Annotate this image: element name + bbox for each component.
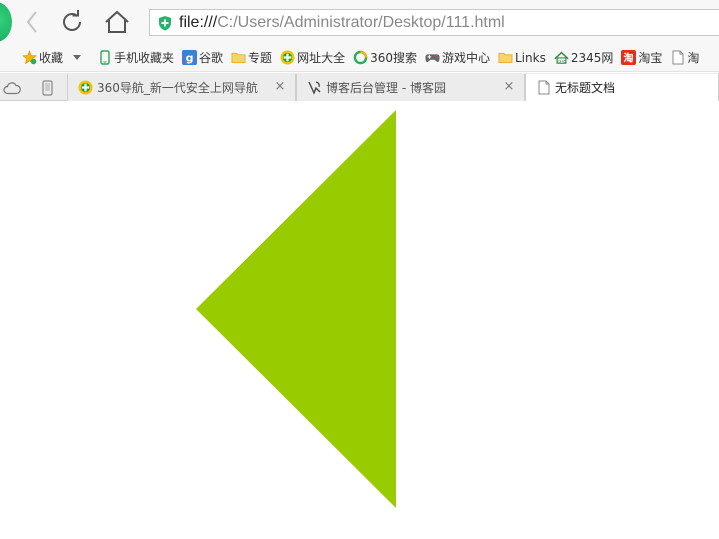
bookmark-topics[interactable]: 专题	[231, 49, 272, 66]
browser-logo-icon[interactable]	[0, 2, 12, 42]
bookmark-favorites[interactable]: 收藏	[22, 49, 89, 66]
bookmark-label: Links	[515, 50, 546, 65]
bookmark-google[interactable]: g 谷歌	[182, 49, 223, 66]
url-path: C:/Users/Administrator/Desktop/111.html	[217, 13, 505, 31]
home-button[interactable]	[103, 8, 131, 36]
svg-text:2345: 2345	[557, 60, 567, 64]
page-content	[0, 101, 719, 539]
star-icon	[22, 50, 37, 65]
tab-label: 360导航_新一代安全上网导航	[97, 81, 258, 95]
address-bar[interactable]: file:///C:/Users/Administrator/Desktop/1…	[149, 9, 719, 36]
close-icon[interactable]: ×	[273, 80, 287, 94]
bookmark-url-directory[interactable]: 网址大全	[280, 49, 345, 66]
tab-360-nav[interactable]: 360导航_新一代安全上网导航 ×	[67, 74, 296, 101]
cloud-icon	[3, 82, 21, 95]
gamepad-icon	[425, 50, 440, 65]
bookmark-label: 谷歌	[199, 51, 224, 65]
taobao-icon: 淘	[621, 50, 637, 65]
mobile-button[interactable]	[38, 79, 56, 97]
bookmark-taobao[interactable]: 淘 淘宝	[621, 49, 662, 66]
bookmark-mobile-favorites[interactable]: 手机收藏夹	[97, 49, 174, 66]
bookmark-360-search[interactable]: 360搜索	[353, 49, 417, 66]
reload-icon	[63, 10, 81, 31]
cloud-sync-button[interactable]	[3, 79, 21, 97]
tab-label: 博客后台管理 - 博客园	[326, 81, 446, 95]
home-icon	[105, 10, 129, 33]
svg-text:g: g	[186, 52, 194, 65]
360-nav-icon	[280, 50, 295, 65]
360-search-icon	[353, 50, 368, 65]
bookmark-label: 手机收藏夹	[114, 51, 175, 65]
folder-icon	[231, 50, 246, 65]
2345-icon: 2345	[554, 50, 569, 65]
google-icon: g	[182, 50, 198, 65]
url-scheme: file:///	[179, 13, 218, 31]
bookmark-label: 网址大全	[297, 51, 346, 65]
page-icon	[536, 80, 551, 95]
bookmark-label: 2345网	[570, 51, 614, 65]
security-shield-icon	[159, 15, 171, 30]
close-icon[interactable]: ×	[502, 80, 516, 94]
tab-bar: 360导航_新一代安全上网导航 × 博客后台管理 - 博客园 × 无标题文档	[0, 73, 719, 102]
bookmark-label: 收藏	[39, 51, 64, 65]
phone-icon	[97, 50, 112, 65]
back-button[interactable]	[18, 8, 46, 36]
phone-icon	[41, 80, 53, 96]
360-nav-icon	[78, 80, 93, 95]
green-triangle	[196, 110, 396, 508]
tab-label: 无标题文档	[555, 81, 616, 95]
tab-blog-admin[interactable]: 博客后台管理 - 博客园 ×	[296, 74, 525, 101]
page-icon	[670, 50, 685, 65]
reload-button[interactable]	[58, 8, 86, 36]
bookmark-game-center[interactable]: 游戏中心	[425, 49, 490, 66]
svg-text:淘: 淘	[624, 52, 634, 65]
bookmark-label: 淘	[687, 51, 700, 65]
bookmark-label: 专题	[248, 51, 273, 65]
chevron-down-icon[interactable]	[73, 55, 82, 60]
bookmark-label: 游戏中心	[441, 51, 490, 65]
bookmark-label: 淘宝	[638, 51, 663, 65]
bookmark-taobao-page[interactable]: 淘	[670, 49, 699, 66]
browser-toolbar: file:///C:/Users/Administrator/Desktop/1…	[0, 0, 719, 44]
url-text: file:///C:/Users/Administrator/Desktop/1…	[179, 14, 505, 32]
bookmark-links[interactable]: Links	[498, 50, 546, 65]
folder-icon	[498, 50, 513, 65]
bookmarks-bar: 收藏 手机收藏夹 g 谷歌 专题 网址大全 360搜索 游戏中心 Links 2…	[0, 44, 719, 72]
bookmark-label: 360搜索	[370, 51, 417, 65]
back-arrow-icon	[26, 11, 37, 33]
cnblogs-icon	[307, 80, 322, 95]
bookmark-2345[interactable]: 2345 2345网	[554, 49, 614, 66]
tab-untitled-document[interactable]: 无标题文档	[525, 74, 719, 102]
